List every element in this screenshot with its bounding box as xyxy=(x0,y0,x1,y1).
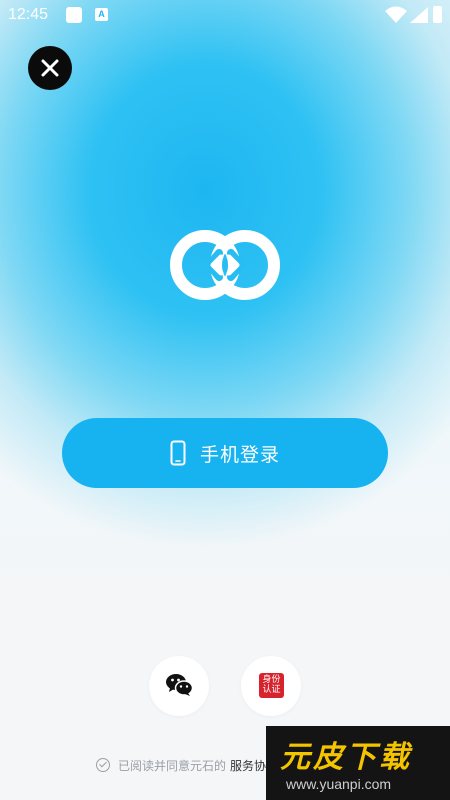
notification-icon xyxy=(66,7,82,23)
battery-icon xyxy=(433,6,442,23)
id-auth-icon: 身份认证 xyxy=(259,673,284,698)
watermark-title: 元皮下载 xyxy=(280,740,412,775)
app-logo xyxy=(170,230,280,300)
watermark-logo: 元皮下载 www.yuanpi.com xyxy=(266,726,450,800)
watermark-url: www.yuanpi.com xyxy=(286,776,392,792)
background-gradient xyxy=(0,0,450,800)
agreement-row: 已阅读并同意元石的 服务协议 xyxy=(96,756,278,774)
phone-icon xyxy=(170,440,186,466)
wifi-icon xyxy=(385,6,407,23)
wechat-login-button[interactable] xyxy=(149,656,209,716)
agreement-text: 已阅读并同意元石的 xyxy=(118,758,227,773)
signal-icon xyxy=(410,7,428,23)
phone-login-label: 手机登录 xyxy=(199,443,280,466)
id-auth-login-button[interactable]: 身份认证 xyxy=(241,656,301,716)
notification-a-icon: A xyxy=(95,8,108,21)
phone-login-button[interactable]: 手机登录 xyxy=(62,418,388,488)
agreement-checkbox[interactable] xyxy=(96,758,110,772)
status-time: 12:45 xyxy=(8,6,49,23)
wechat-icon xyxy=(166,674,193,696)
status-bar: 12:45 A xyxy=(0,0,450,32)
close-icon xyxy=(41,59,59,77)
close-button[interactable] xyxy=(28,46,72,90)
